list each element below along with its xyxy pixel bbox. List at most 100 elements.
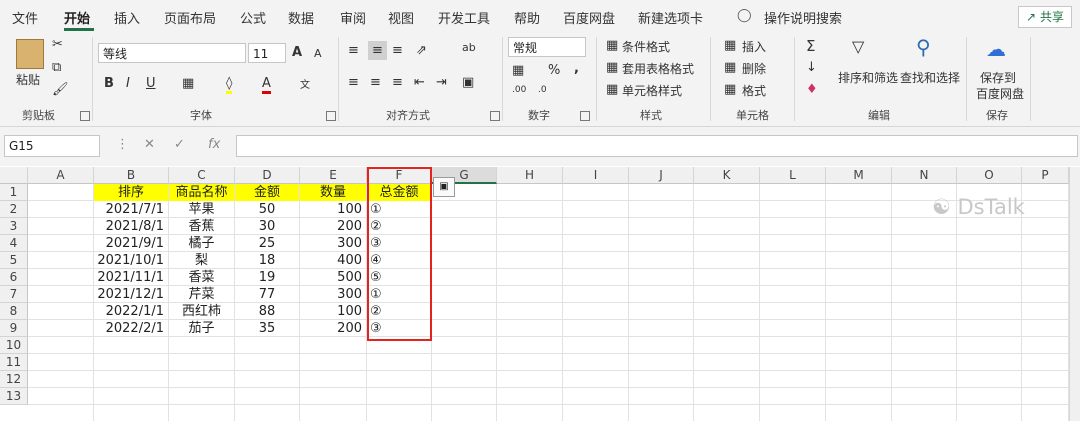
enter-icon[interactable]: ✓ — [174, 137, 185, 152]
table-header-cell[interactable]: 排序 — [94, 184, 168, 201]
table-cell[interactable]: 50 — [235, 201, 299, 218]
table-cell[interactable]: 香蕉 — [169, 218, 234, 235]
tab-page-layout[interactable]: 页面布局 — [164, 8, 216, 27]
autosum-icon[interactable]: Σ — [806, 37, 815, 55]
font-name-select[interactable]: 等线 — [98, 43, 246, 63]
row-header-8[interactable]: 8 — [0, 303, 28, 320]
font-launcher-icon[interactable] — [326, 111, 336, 121]
table-cell[interactable]: 500 — [300, 269, 366, 286]
italic-button[interactable]: I — [126, 76, 130, 91]
table-cell[interactable]: 2021/8/1 — [94, 218, 168, 235]
table-header-cell[interactable]: 数量 — [300, 184, 366, 201]
column-header-l[interactable]: L — [760, 167, 826, 184]
decrease-indent-icon[interactable]: ⇤ — [414, 75, 425, 90]
conditional-format-button[interactable]: 条件格式 — [622, 38, 670, 55]
save-line1[interactable]: 保存到 — [980, 69, 1016, 86]
row-header-11[interactable]: 11 — [0, 354, 28, 371]
row-header-4[interactable]: 4 — [0, 235, 28, 252]
wrap-text-icon[interactable]: ab — [462, 41, 476, 54]
table-cell[interactable]: 2021/12/1 — [94, 286, 168, 303]
cut-icon[interactable]: ✂ — [52, 37, 63, 52]
align-center-icon[interactable]: ≡ — [370, 75, 381, 90]
insert-function-icon[interactable]: fx — [208, 137, 220, 152]
fill-icon[interactable]: ↓ — [806, 60, 817, 75]
column-header-d[interactable]: D — [235, 167, 300, 184]
table-cell[interactable]: 300 — [300, 286, 366, 303]
tab-help[interactable]: 帮助 — [514, 8, 540, 27]
row-header-1[interactable]: 1 — [0, 184, 28, 201]
sort-filter-button[interactable]: 排序和筛选 — [838, 69, 898, 86]
table-cell[interactable]: 300 — [300, 235, 366, 252]
table-cell[interactable]: 2022/1/1 — [94, 303, 168, 320]
row-header-5[interactable]: 5 — [0, 252, 28, 269]
currency-icon[interactable]: ▦ — [512, 63, 524, 78]
row-header-7[interactable]: 7 — [0, 286, 28, 303]
underline-button[interactable]: U — [146, 76, 156, 91]
font-color-icon[interactable]: A — [262, 76, 271, 94]
tab-data[interactable]: 数据 — [288, 8, 314, 27]
table-cell[interactable]: 橘子 — [169, 235, 234, 252]
table-cell[interactable]: 2021/9/1 — [94, 235, 168, 252]
number-format-select[interactable]: 常规 — [508, 37, 586, 57]
table-format-button[interactable]: 套用表格格式 — [622, 60, 694, 77]
worksheet-grid[interactable]: A B C D E F G H I J K L M N O P 1 2 3 4 5 6 7 8 9 10 11 12 13 排序 商品名称金… — [0, 167, 1080, 421]
column-header-a[interactable]: A — [28, 167, 94, 184]
bold-button[interactable]: B — [104, 76, 114, 91]
name-box[interactable]: G15 — [4, 135, 100, 157]
column-header-m[interactable]: M — [826, 167, 892, 184]
tab-view[interactable]: 视图 — [388, 8, 414, 27]
align-left-icon[interactable]: ≡ — [348, 75, 359, 90]
orientation-icon[interactable]: ⇗ — [416, 43, 427, 58]
table-header-cell[interactable]: 金额 — [235, 184, 299, 201]
row-header-6[interactable]: 6 — [0, 269, 28, 286]
vertical-scrollbar[interactable] — [1069, 167, 1080, 421]
borders-icon[interactable]: ▦ — [182, 76, 194, 91]
row-header-3[interactable]: 3 — [0, 218, 28, 235]
insert-cells-button[interactable]: 插入 — [742, 38, 766, 55]
clear-icon[interactable]: ♦ — [806, 82, 818, 97]
save-line2[interactable]: 百度网盘 — [976, 85, 1024, 102]
paste-options-icon[interactable]: ▣ — [433, 177, 455, 197]
table-cell[interactable]: 茄子 — [169, 320, 234, 337]
tell-me-search[interactable]: 操作说明搜索 — [764, 8, 842, 27]
column-header-c[interactable]: C — [169, 167, 235, 184]
increase-decimal-icon[interactable]: .00 — [512, 85, 526, 95]
tab-developer[interactable]: 开发工具 — [438, 8, 490, 27]
font-size-select[interactable]: 11 — [248, 43, 286, 63]
column-header-e[interactable]: E — [300, 167, 367, 184]
table-cell[interactable]: 2022/2/1 — [94, 320, 168, 337]
column-header-k[interactable]: K — [694, 167, 760, 184]
align-right-icon[interactable]: ≡ — [392, 75, 403, 90]
find-select-button[interactable]: 查找和选择 — [900, 69, 960, 86]
grow-font-icon[interactable]: A — [292, 45, 302, 60]
comma-button[interactable]: , — [574, 61, 579, 76]
formula-input[interactable] — [236, 135, 1078, 157]
phonetic-icon[interactable]: 文 — [300, 76, 310, 91]
table-cell[interactable]: 30 — [235, 218, 299, 235]
merge-center-icon[interactable]: ▣ — [462, 75, 474, 90]
shrink-font-icon[interactable]: A — [314, 47, 322, 60]
table-cell[interactable]: 88 — [235, 303, 299, 320]
row-header-9[interactable]: 9 — [0, 320, 28, 337]
table-cell[interactable]: 100 — [300, 201, 366, 218]
number-launcher-icon[interactable] — [580, 111, 590, 121]
table-cell[interactable]: 77 — [235, 286, 299, 303]
alignment-launcher-icon[interactable] — [490, 111, 500, 121]
row-header-13[interactable]: 13 — [0, 388, 28, 405]
share-button[interactable]: ↗ 共享 — [1018, 6, 1072, 28]
decrease-decimal-icon[interactable]: .0 — [538, 85, 547, 95]
table-cell[interactable]: 2021/11/1 — [94, 269, 168, 286]
table-cell[interactable]: 200 — [300, 320, 366, 337]
table-cell[interactable]: 2021/10/1 — [94, 252, 168, 269]
tab-review[interactable]: 审阅 — [340, 8, 366, 27]
row-header-10[interactable]: 10 — [0, 337, 28, 354]
align-bottom-icon[interactable]: ≡ — [392, 43, 403, 58]
format-painter-icon[interactable]: 🖌 — [52, 82, 69, 97]
select-all-corner[interactable] — [0, 167, 28, 184]
tab-new[interactable]: 新建选项卡 — [638, 8, 703, 27]
format-cells-button[interactable]: 格式 — [742, 82, 766, 99]
table-cell[interactable]: 19 — [235, 269, 299, 286]
tab-baidu-netdisk[interactable]: 百度网盘 — [563, 8, 615, 27]
row-header-2[interactable]: 2 — [0, 201, 28, 218]
tab-insert[interactable]: 插入 — [114, 8, 140, 27]
